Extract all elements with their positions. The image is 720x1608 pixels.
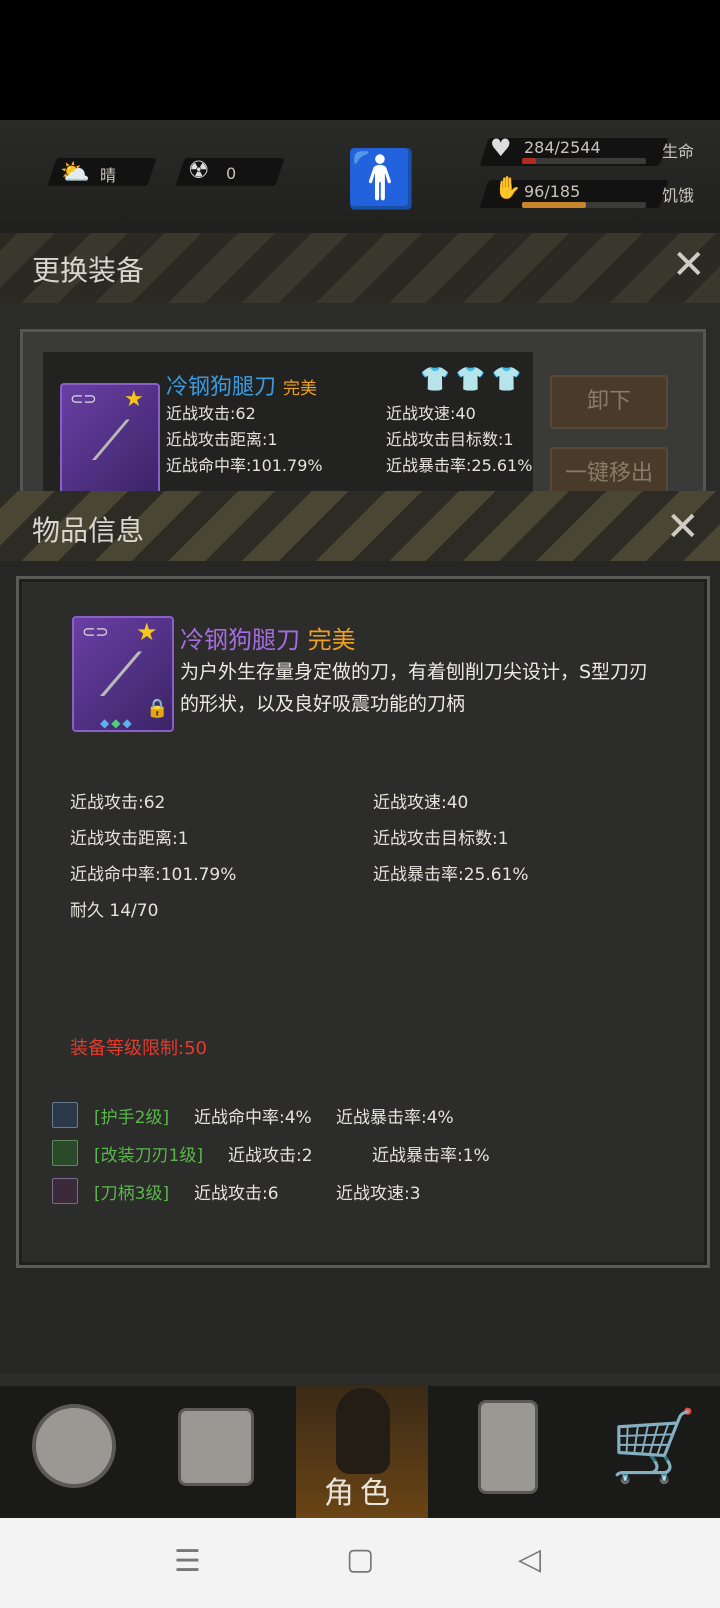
back-icon[interactable]: ◁ bbox=[518, 1542, 541, 1577]
stat-row: 近战攻击:62 近战攻速:40 bbox=[70, 788, 650, 824]
nav-radio[interactable] bbox=[450, 1386, 582, 1518]
cloud-sun-icon: ⛅ bbox=[60, 158, 90, 186]
machete-icon: ⟋ bbox=[92, 409, 130, 472]
stat-row: 近战攻击距离:1 近战攻击目标数:1 bbox=[70, 824, 650, 860]
equip-item-title: 冷钢狗腿刀 完美 bbox=[166, 369, 317, 401]
durability-stat: 耐久 14/70 bbox=[70, 901, 159, 921]
stat-left: 近战攻击:62 bbox=[70, 793, 166, 813]
menu-icon[interactable]: ☰ bbox=[174, 1544, 201, 1579]
weather-text: 晴 bbox=[100, 166, 117, 185]
radiation-icon: ☢ bbox=[188, 156, 210, 184]
item-slot: ⊂⊃ ★ ⟋ 🔒 ◆◆◆ bbox=[72, 616, 174, 732]
hunger-value: 96/185 bbox=[524, 182, 581, 201]
equip-item-quality: 完美 bbox=[283, 379, 318, 399]
hunger-label: 饥饿 bbox=[662, 186, 695, 205]
item-name: 冷钢狗腿刀 bbox=[180, 626, 300, 654]
health-label: 生命 bbox=[662, 142, 695, 161]
mod-row: [护手2级] 近战命中率:4% 近战暴击率:4% bbox=[52, 1096, 490, 1134]
stat-right: 近战攻击目标数:1 bbox=[373, 829, 509, 849]
gem-slots: ◆◆◆ bbox=[100, 716, 134, 730]
hunger-bar bbox=[522, 202, 646, 208]
equip-stat: 近战攻击距离:1 bbox=[166, 430, 278, 449]
equip-stat: 近战暴击率:25.61% bbox=[386, 456, 533, 475]
equip-stats-left: 近战攻击:62 近战攻击距离:1 近战命中率:101.79% bbox=[166, 401, 323, 479]
item-description: 为户外生存量身定做的刀，有着刨削刀尖设计，S型刀刃的形状，以及良好吸震功能的刀柄 bbox=[180, 661, 649, 715]
heart-icon: ♥ bbox=[490, 134, 512, 162]
equip-panel-title: 更换装备 bbox=[32, 254, 145, 287]
home-icon[interactable]: ▢ bbox=[346, 1542, 374, 1577]
close-icon[interactable]: ✕ bbox=[666, 507, 700, 547]
health-value: 284/2544 bbox=[524, 138, 601, 157]
stat-left: 近战攻击距离:1 bbox=[70, 829, 189, 849]
character-icon bbox=[336, 1388, 390, 1474]
radiation-value: 0 bbox=[226, 164, 237, 183]
nav-shop[interactable]: 🛒 bbox=[590, 1386, 720, 1518]
shirt-icon: 👕👕👕 bbox=[420, 365, 528, 393]
stat-right: 近战攻速:40 bbox=[373, 793, 469, 813]
health-bar-fill bbox=[522, 158, 536, 164]
equip-stat: 近战命中率:101.79% bbox=[166, 456, 323, 475]
mods-list: [护手2级] 近战命中率:4% 近战暴击率:4% [改装刀刃1级] 近战攻击:2… bbox=[52, 1096, 490, 1210]
stat-left: 近战命中率:101.79% bbox=[70, 865, 237, 885]
item-quality: 完美 bbox=[307, 626, 356, 654]
stat-right: 近战暴击率:25.61% bbox=[373, 865, 529, 885]
top-blank-area bbox=[0, 0, 720, 120]
mod-effect: 近战命中率:4% bbox=[194, 1107, 312, 1128]
equip-close-icon[interactable]: ✕ bbox=[672, 245, 706, 285]
walkie-talkie-icon bbox=[478, 1400, 538, 1494]
equip-stat: 近战攻击目标数:1 bbox=[386, 430, 514, 449]
cart-icon: 🛒 bbox=[610, 1405, 698, 1487]
stat-row: 耐久 14/70 bbox=[70, 896, 650, 932]
level-limit: 装备等级限制:50 bbox=[70, 1038, 207, 1059]
health-bar bbox=[522, 158, 646, 164]
mod-effect: 近战暴击率:1% bbox=[372, 1145, 490, 1166]
nav-character-label: 角色 bbox=[324, 1476, 396, 1511]
mod-row: [改装刀刃1级] 近战攻击:2 近战暴击率:1% bbox=[52, 1134, 490, 1172]
mod-effect: 近战攻速:3 bbox=[336, 1183, 421, 1204]
globe-icon bbox=[32, 1404, 116, 1488]
equip-item-slot[interactable]: ⊂⊃ ★ ⟋ bbox=[60, 383, 160, 497]
status-hud: ⛅ 晴 ☢ 0 🚹 ♥ 284/2544 生命 ✋ 96/185 饥饿 bbox=[0, 120, 720, 240]
link-icon: ⊂⊃ bbox=[82, 622, 109, 641]
mod-row: [刀柄3级] 近战攻击:6 近战攻速:3 bbox=[52, 1172, 490, 1210]
mod-effect: 近战攻击:6 bbox=[194, 1183, 279, 1204]
hand-guard-icon bbox=[52, 1102, 78, 1128]
equip-stat: 近战攻速:40 bbox=[386, 404, 476, 423]
item-title: 冷钢狗腿刀 完美 bbox=[180, 620, 356, 655]
system-nav-bar: ☰ ▢ ◁ bbox=[0, 1518, 720, 1608]
mod-effect: 近战攻击:2 bbox=[228, 1145, 313, 1166]
equip-stats-right: 近战攻速:40 近战攻击目标数:1 近战暴击率:25.61% bbox=[386, 401, 532, 479]
nav-map[interactable] bbox=[10, 1386, 142, 1518]
nav-character[interactable]: 角色 bbox=[296, 1386, 428, 1518]
mod-name: [护手2级] bbox=[94, 1107, 170, 1128]
equip-stat: 近战攻击:62 bbox=[166, 404, 256, 423]
handle-icon bbox=[52, 1178, 78, 1204]
equip-item-name: 冷钢狗腿刀 bbox=[166, 375, 277, 400]
unequip-button[interactable]: 卸下 bbox=[550, 375, 668, 429]
mod-name: [刀柄3级] bbox=[94, 1183, 170, 1204]
person-plus-icon[interactable]: 🚹 bbox=[346, 150, 416, 210]
stat-row: 近战命中率:101.79% 近战暴击率:25.61% bbox=[70, 860, 650, 896]
blade-icon bbox=[52, 1140, 78, 1166]
nav-backpack[interactable] bbox=[150, 1386, 282, 1518]
lock-icon: 🔒 bbox=[146, 698, 169, 719]
backpack-icon bbox=[178, 1408, 254, 1486]
stomach-icon: ✋ bbox=[494, 176, 522, 201]
item-stats: 近战攻击:62 近战攻速:40 近战攻击距离:1 近战攻击目标数:1 近战命中率… bbox=[70, 788, 650, 932]
mod-name: [改装刀刃1级] bbox=[94, 1145, 204, 1166]
hunger-bar-fill bbox=[522, 202, 587, 208]
machete-icon: ⟋ bbox=[100, 640, 142, 710]
mod-effect: 近战暴击率:4% bbox=[336, 1107, 454, 1128]
item-info-title: 物品信息 bbox=[32, 514, 145, 547]
link-icon: ⊂⊃ bbox=[70, 389, 97, 408]
